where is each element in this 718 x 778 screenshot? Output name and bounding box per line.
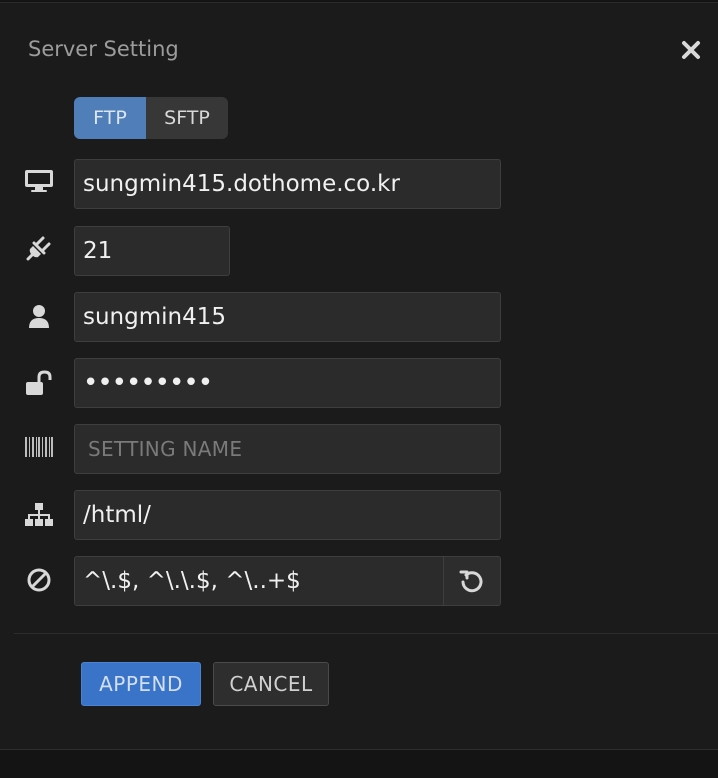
remote-path-field[interactable]: /html/ bbox=[74, 490, 501, 540]
append-button[interactable]: APPEND bbox=[81, 662, 201, 706]
user-icon bbox=[24, 302, 54, 332]
protocol-sftp-button[interactable]: SFTP bbox=[146, 97, 228, 139]
barcode-icon bbox=[24, 432, 54, 462]
footer-divider bbox=[14, 633, 718, 634]
monitor-icon bbox=[24, 166, 54, 196]
dialog-title: Server Setting bbox=[28, 37, 179, 61]
username-field[interactable]: sungmin415 bbox=[74, 292, 501, 342]
sitemap-icon bbox=[24, 500, 54, 530]
host-field[interactable]: sungmin415.dothome.co.kr bbox=[74, 159, 501, 209]
close-icon[interactable] bbox=[678, 37, 704, 63]
password-field[interactable]: ••••••••• bbox=[74, 358, 501, 408]
protocol-toggle: FTP SFTP bbox=[74, 97, 228, 139]
server-setting-dialog: Server Setting FTP SFTP sungmin415.dotho… bbox=[0, 2, 718, 750]
cancel-button[interactable]: CANCEL bbox=[213, 662, 329, 706]
unlock-icon bbox=[24, 368, 54, 398]
reset-ignore-button[interactable] bbox=[443, 556, 501, 606]
port-field[interactable]: 21 bbox=[74, 226, 230, 276]
ban-icon bbox=[24, 565, 54, 595]
protocol-ftp-button[interactable]: FTP bbox=[74, 97, 146, 139]
undo-icon bbox=[459, 570, 483, 593]
ignore-pattern-field[interactable]: ^\.$, ^\.\.$, ^\..+$ bbox=[74, 556, 444, 606]
setting-name-field[interactable]: SETTING NAME bbox=[74, 424, 501, 474]
plug-icon bbox=[24, 233, 54, 263]
